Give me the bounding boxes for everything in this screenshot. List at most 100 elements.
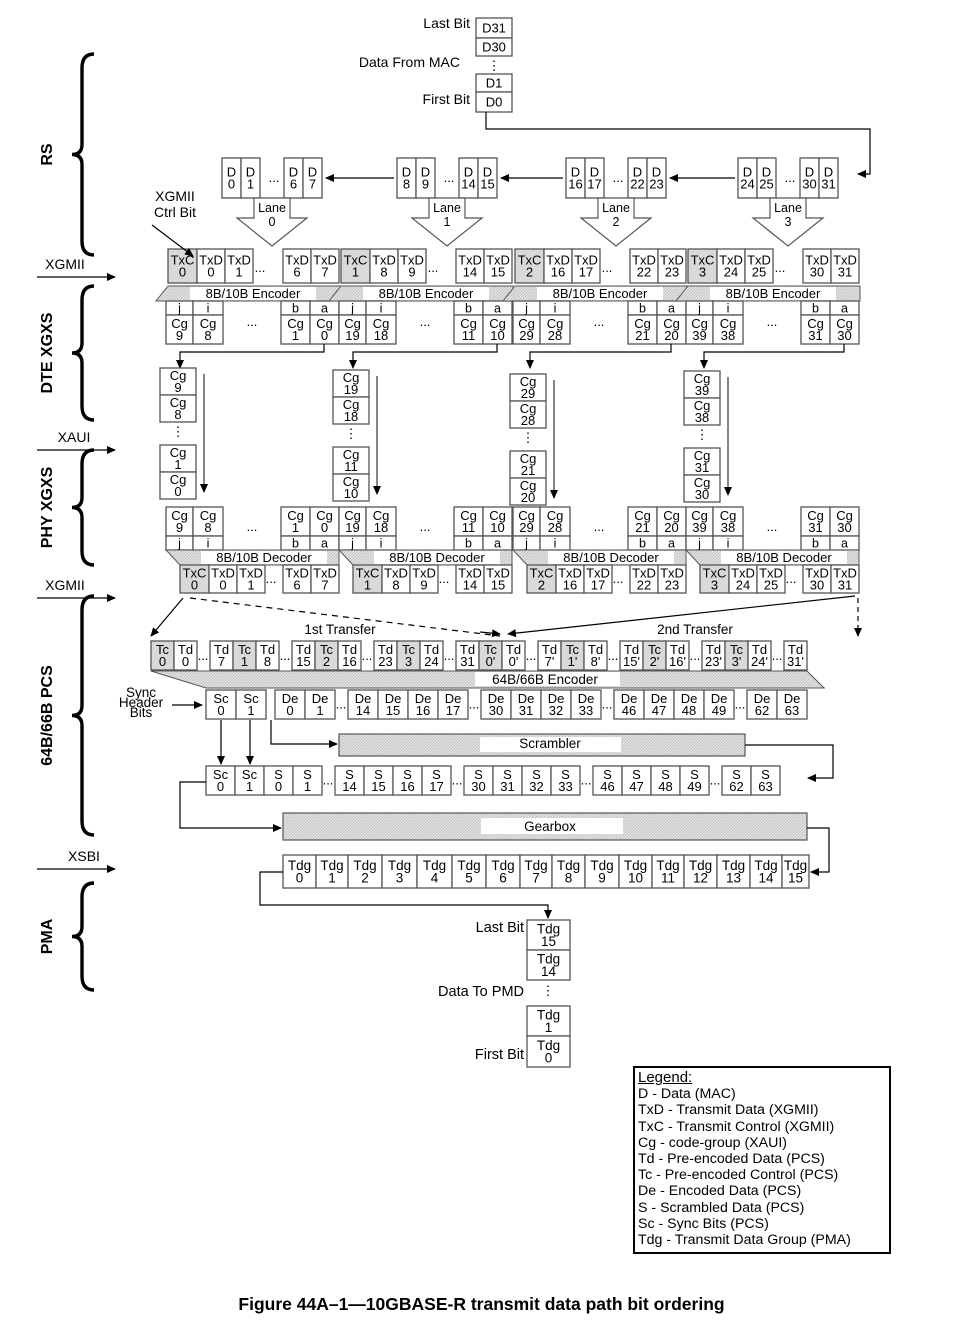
tc-cell: Tc0' (478, 640, 503, 671)
s-cell-text: 31 (500, 779, 514, 794)
code-bit-cell-text: j (697, 537, 701, 551)
cg-cell: Cg30 (829, 506, 860, 537)
cg-cell-text: 19 (345, 520, 359, 535)
encoder-label: 8B/10B Encoder (206, 286, 301, 301)
scrambler-label: Scrambler (519, 736, 581, 751)
pmd-bit-cell-text: 0 (545, 1051, 553, 1066)
tdg-cell-text: 9 (598, 871, 606, 886)
de-cell-text: 30 (489, 703, 503, 718)
last-bit-label: Last Bit (423, 15, 470, 31)
layer-label-64b-66b-pcs: 64B/66B PCS (39, 665, 56, 766)
cg-cell: Cg39 (685, 314, 714, 345)
tdg-cell-text: 1 (328, 871, 336, 886)
legend-entry: Tc - Pre-encoded Control (PCS) (638, 1167, 839, 1184)
txc-cell-text: 0 (191, 578, 198, 593)
txd-cell: TxD16 (543, 248, 573, 284)
td-cell-text: 15' (623, 654, 640, 669)
txd-cell: TxD6 (282, 248, 312, 284)
ellipsis: ... (735, 697, 746, 712)
mac-bit-cell-text: D0 (486, 95, 503, 110)
xaui-cg-cell: Cg11 (332, 446, 370, 475)
s-cell: S30 (463, 765, 494, 796)
td-cell: Td23 (373, 640, 398, 671)
d-cell: D0 (221, 157, 242, 199)
cg-cell-text: 39 (692, 520, 706, 535)
mac-bit-cell: D31 (475, 17, 513, 39)
interface-label-xaui: XAUI (58, 429, 91, 445)
de-cell-text: 1 (316, 703, 323, 718)
tdg-cell: Tdg0 (282, 854, 317, 889)
d-cell: D16 (565, 157, 586, 199)
txd-cell-text: 30 (810, 265, 824, 280)
cg-cell: Cg20 (656, 314, 687, 345)
cg-cell: Cg21 (627, 506, 658, 537)
tdg-cell-text: 0 (296, 871, 304, 886)
xaui-cg-cell: Cg39 (683, 370, 721, 399)
txd-cell: TxD25 (744, 248, 774, 284)
td-cell: Td8 (255, 640, 280, 671)
sc-cell: Sc0 (205, 765, 236, 796)
pmd-bit-cell-text: 15 (541, 934, 556, 949)
lane-number: 1 (444, 215, 451, 229)
vertical-ellipsis: ⋮ (172, 424, 185, 439)
xaui-cg-cell: Cg21 (509, 450, 547, 479)
layer-label-rs: RS (39, 143, 56, 166)
mac-bit-cell: D0 (475, 91, 513, 113)
s-cell: S33 (550, 765, 581, 796)
d-cell: D17 (584, 157, 605, 199)
txd-cell-text: 22 (637, 578, 651, 593)
ellipsis: ... (690, 648, 701, 663)
d-cell-text: 0 (228, 177, 235, 192)
ellipsis: ... (594, 519, 605, 534)
txd-cell: TxD16 (555, 564, 585, 594)
code-bit-cell: a (482, 300, 513, 316)
code-bit-cell: j (512, 535, 541, 551)
txd-cell-text: 25 (764, 578, 778, 593)
txd-cell: TxD31 (830, 564, 860, 594)
legend-box: Legend: D - Data (MAC) TxD - Transmit Da… (633, 1066, 891, 1254)
de-cell-text: 17 (446, 703, 460, 718)
txd-cell-text: 15 (491, 265, 505, 280)
txd-cell: TxD14 (455, 248, 485, 284)
code-bit-cell-text: a (841, 537, 848, 551)
code-bit-cell: a (656, 535, 687, 551)
code-bit-cell: b (800, 300, 831, 316)
code-bit-cell: i (539, 535, 571, 551)
cg-cell-text: 30 (837, 328, 851, 343)
second-transfer-label: 2nd Transfer (657, 622, 733, 637)
decoder-label: 8B/10B Decoder (216, 550, 312, 565)
td-cell: Td24' (747, 640, 772, 671)
xaui-cg-cell-text: 31 (695, 460, 709, 475)
first-bit-label: First Bit (423, 91, 471, 107)
ellipsis: ... (786, 571, 797, 586)
mac-bit-cell: D30 (475, 37, 513, 57)
txd-cell-text: 24 (736, 578, 750, 593)
s-cell-text: 15 (371, 779, 385, 794)
txc-cell-text: 3 (711, 578, 718, 593)
lane-label: Lane (258, 201, 286, 215)
code-bit-cell: i (712, 300, 744, 316)
de-cell: De62 (746, 689, 778, 720)
s-cell: S47 (621, 765, 652, 796)
s-cell: S0 (263, 765, 294, 796)
cg-cell-text: 28 (548, 520, 562, 535)
xaui-cg-cell: Cg10 (332, 473, 370, 502)
cg-cell-text: 20 (664, 520, 678, 535)
txd-cell-text: 7 (321, 265, 328, 280)
legend-entry: TxC - Transmit Control (XGMII) (638, 1118, 835, 1135)
ellipsis: ... (581, 773, 592, 788)
xaui-cg-cell-text: 10 (344, 486, 358, 501)
ellipsis: ... (767, 519, 778, 534)
tdg-cell-text: 3 (396, 871, 404, 886)
de-cell: De17 (437, 689, 469, 720)
txc-cell-text: 1 (364, 578, 371, 593)
ellipsis: ... (336, 697, 347, 712)
layer-brace (71, 594, 95, 837)
txd-cell: TxD1 (236, 564, 266, 594)
cg-cell-text: 0 (321, 520, 328, 535)
td-cell-text: 16' (669, 654, 686, 669)
tdg-cell: Tdg13 (716, 854, 751, 889)
td-cell: Td16 (337, 640, 362, 671)
txc-cell-text: 2 (538, 578, 545, 593)
xgmii-ctrl-bit-label: XGMII (155, 188, 195, 204)
